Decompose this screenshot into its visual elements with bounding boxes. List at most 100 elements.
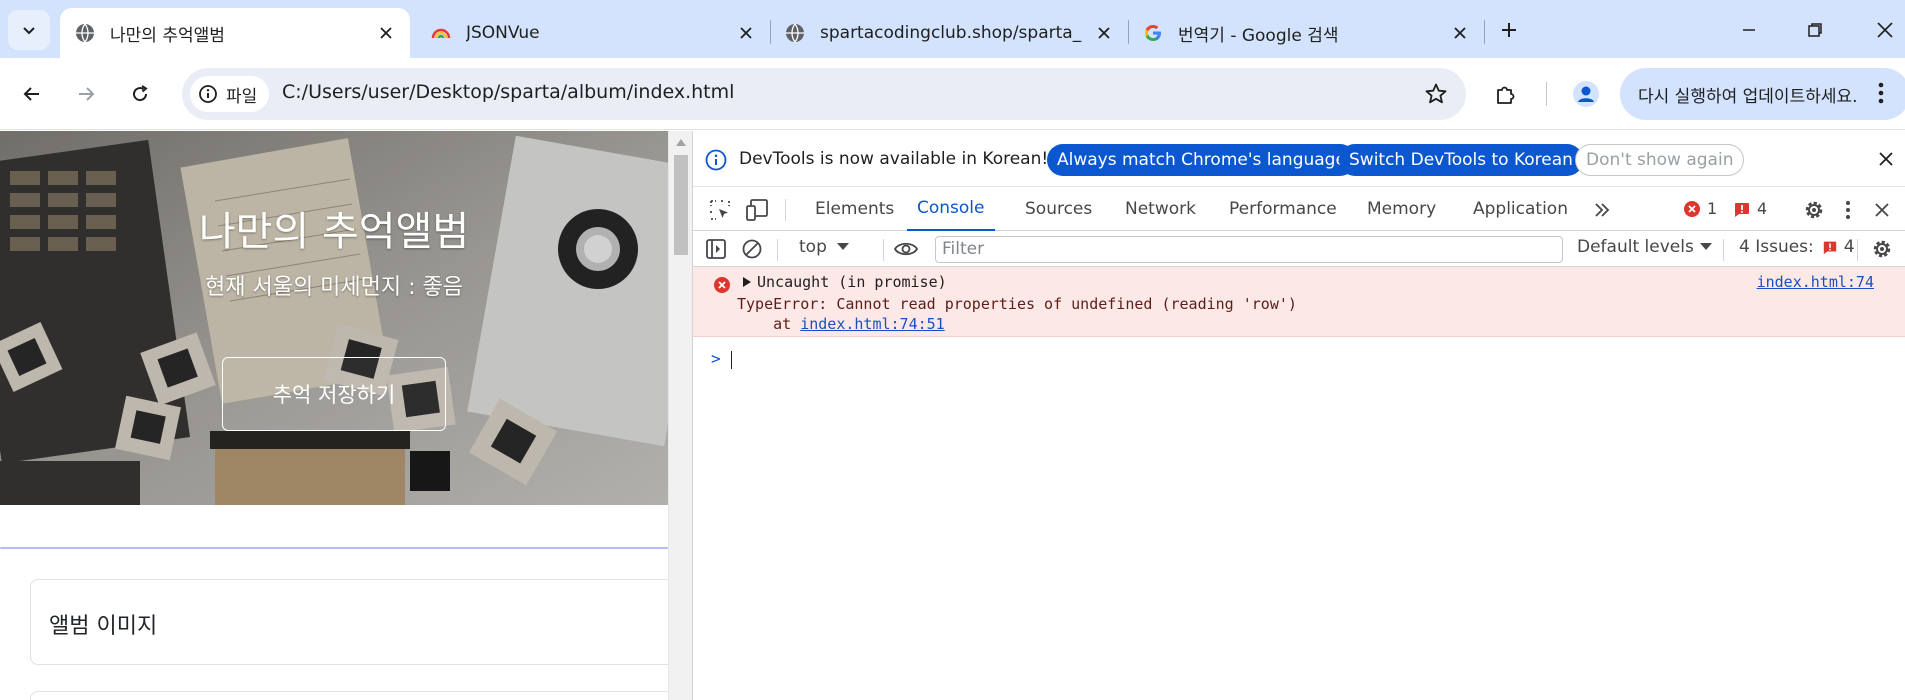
restore-button[interactable] [1792,10,1838,50]
close-infobar-button[interactable] [1874,147,1898,171]
save-memory-button[interactable]: 추억 저장하기 [222,357,446,431]
tab-divider [1128,20,1129,44]
tab-sparta[interactable]: spartacodingclub.shop/sparta_ [774,8,1128,58]
console-input-caret[interactable] [731,351,732,369]
tab-sources[interactable]: Sources [1015,187,1102,231]
stack-source-link[interactable]: index.html:74:51 [800,315,945,333]
hero-subtitle: 현재 서울의 미세먼지 : 좋음 [204,275,464,300]
error-source-link[interactable]: index.html:74 [1757,273,1874,291]
more-vert-icon[interactable] [1878,82,1884,109]
hero-title: 나만의 추억앨범 [198,209,470,255]
issues-count: 4 [1843,237,1855,257]
tab-search-button[interactable] [8,10,50,50]
close-icon [1879,152,1893,166]
tab-console[interactable]: Console [907,187,995,231]
tab-label: 번역기 - Google 검색 [1178,25,1339,46]
profile-button[interactable] [1566,74,1606,114]
error-summary-text: Uncaught (in promise) [757,273,947,291]
error-stack-line: at index.html:74:51 [737,315,945,333]
context-select[interactable]: top [799,237,849,257]
new-tab-button[interactable] [1492,14,1526,46]
expand-triangle-icon[interactable] [743,277,751,287]
minimize-button[interactable] [1726,10,1772,50]
context-value: top [799,237,827,257]
tab-memory[interactable]: Memory [1357,187,1446,231]
address-bar[interactable]: 파일 C:/Users/user/Desktop/sparta/album/in… [182,68,1466,120]
tab-performance[interactable]: Performance [1219,187,1347,231]
tab-application[interactable]: Application [1463,187,1578,231]
error-summary-line[interactable]: Uncaught (in promise) [743,273,947,291]
plus-icon [1502,23,1516,37]
chip-label: 파일 [226,86,258,107]
toolbar-divider [777,239,778,261]
close-icon [1877,22,1893,38]
live-expression-eye-icon[interactable] [893,236,919,262]
more-tabs-icon[interactable] [1589,197,1615,223]
star-icon [1425,83,1447,104]
device-toolbar-icon[interactable] [745,197,771,223]
rainbow-icon [430,22,452,44]
issue-flag-icon [1735,202,1749,217]
tab-translate[interactable]: 번역기 - Google 검색 [1132,8,1484,58]
arrow-left-icon [23,87,39,101]
globe-icon [74,22,96,44]
tab-album[interactable]: 나만의 추억앨범 [60,8,410,58]
console-settings-gear-icon[interactable] [1869,236,1895,262]
update-button[interactable]: 다시 실행하여 업데이트하세요. [1620,68,1905,120]
album-image-field[interactable]: 앨범 이미지 [30,579,668,665]
dont-show-again-button[interactable]: Don't show again [1575,144,1745,176]
toolbar-divider [1546,82,1547,106]
close-icon[interactable] [1446,19,1474,47]
more-vert-icon[interactable] [1835,197,1861,223]
console-prompt-chevron-icon: > [711,349,721,368]
devtools-tabbar: Elements Console Sources Network Perform… [693,187,1905,231]
inspect-element-icon[interactable] [707,197,733,223]
log-levels-select[interactable]: Default levels [1577,237,1712,257]
scrollbar-thumb[interactable] [674,155,688,255]
match-language-button[interactable]: Always match Chrome's language [1047,144,1356,176]
site-info-chip[interactable]: 파일 [190,76,270,112]
tab-divider [1484,20,1485,44]
reload-icon [133,85,148,102]
chevron-down-icon [23,27,35,35]
log-levels-value: Default levels [1577,237,1694,257]
url-text[interactable]: C:/Users/user/Desktop/sparta/album/index… [282,81,734,103]
sidebar-toggle-icon[interactable] [703,236,729,262]
clear-console-icon[interactable] [739,236,765,262]
hero-background-image [0,131,668,505]
close-window-button[interactable] [1862,10,1905,50]
extensions-button[interactable] [1486,74,1526,114]
settings-gear-icon[interactable] [1801,197,1827,223]
tab-jsonvue[interactable]: JSONVue [418,8,770,58]
tab-network[interactable]: Network [1115,187,1206,231]
page-scrollbar[interactable] [668,131,692,700]
switch-korean-button[interactable]: Switch DevTools to Korean [1339,144,1583,176]
google-icon [1142,22,1164,44]
browser-toolbar: 파일 C:/Users/user/Desktop/sparta/album/in… [0,58,1905,130]
warning-count-value: 4 [1757,199,1768,218]
console-filter-input[interactable]: Filter [935,236,1563,263]
close-icon[interactable] [732,19,760,47]
globe-icon [784,22,806,44]
reload-button[interactable] [120,74,160,114]
close-icon[interactable] [1090,19,1118,47]
error-count-value: 1 [1707,199,1718,218]
issues-counter[interactable]: 4 Issues: 4 [1739,237,1855,257]
hero-banner: 나만의 추억앨범 현재 서울의 미세먼지 : 좋음 추억 저장하기 [0,131,668,505]
warning-count[interactable]: 4 [1733,199,1767,218]
tab-elements[interactable]: Elements [805,187,904,231]
close-devtools-icon[interactable] [1869,197,1895,223]
console-error-message[interactable]: Uncaught (in promise) TypeError: Cannot … [693,267,1905,337]
error-count[interactable]: 1 [1683,199,1717,218]
stack-prefix: at [737,315,801,333]
scroll-up-arrow-icon[interactable] [676,139,686,146]
close-icon[interactable] [372,19,400,47]
bookmark-star-button[interactable] [1422,80,1450,108]
tab-label: 나만의 추억앨범 [110,25,225,46]
next-form-field[interactable] [30,691,668,700]
tabbar-divider [785,199,786,221]
forward-button[interactable] [66,74,106,114]
issues-label: 4 Issues: [1739,237,1814,257]
puzzle-icon [1497,86,1515,104]
back-button[interactable] [12,74,52,114]
